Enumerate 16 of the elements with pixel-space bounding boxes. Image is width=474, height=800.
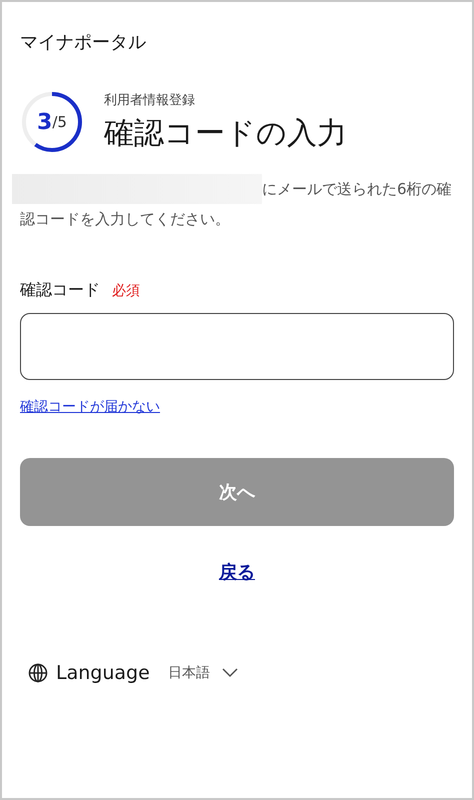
page-title: 確認コードの入力 (104, 114, 347, 152)
chevron-down-icon (222, 668, 238, 678)
code-input-field[interactable] (20, 313, 454, 380)
globe-icon (28, 663, 48, 683)
required-label: 必須 (112, 282, 140, 300)
field-label: 確認コード (20, 280, 100, 301)
language-select[interactable]: 日本語 (168, 664, 238, 682)
instruction-text: にメールで送られた6桁の確認コードを入力してください。 (20, 174, 454, 234)
page-subtitle: 利用者情報登録 (104, 92, 196, 108)
step-number: 3 (37, 110, 52, 134)
help-link[interactable]: 確認コードが届かない (20, 398, 160, 416)
progress-ring (20, 90, 84, 154)
language-label: Language (56, 662, 150, 684)
step-total: /5 (52, 113, 67, 131)
app-title: マイナポータル (20, 31, 147, 54)
back-link[interactable]: 戻る (219, 562, 255, 583)
